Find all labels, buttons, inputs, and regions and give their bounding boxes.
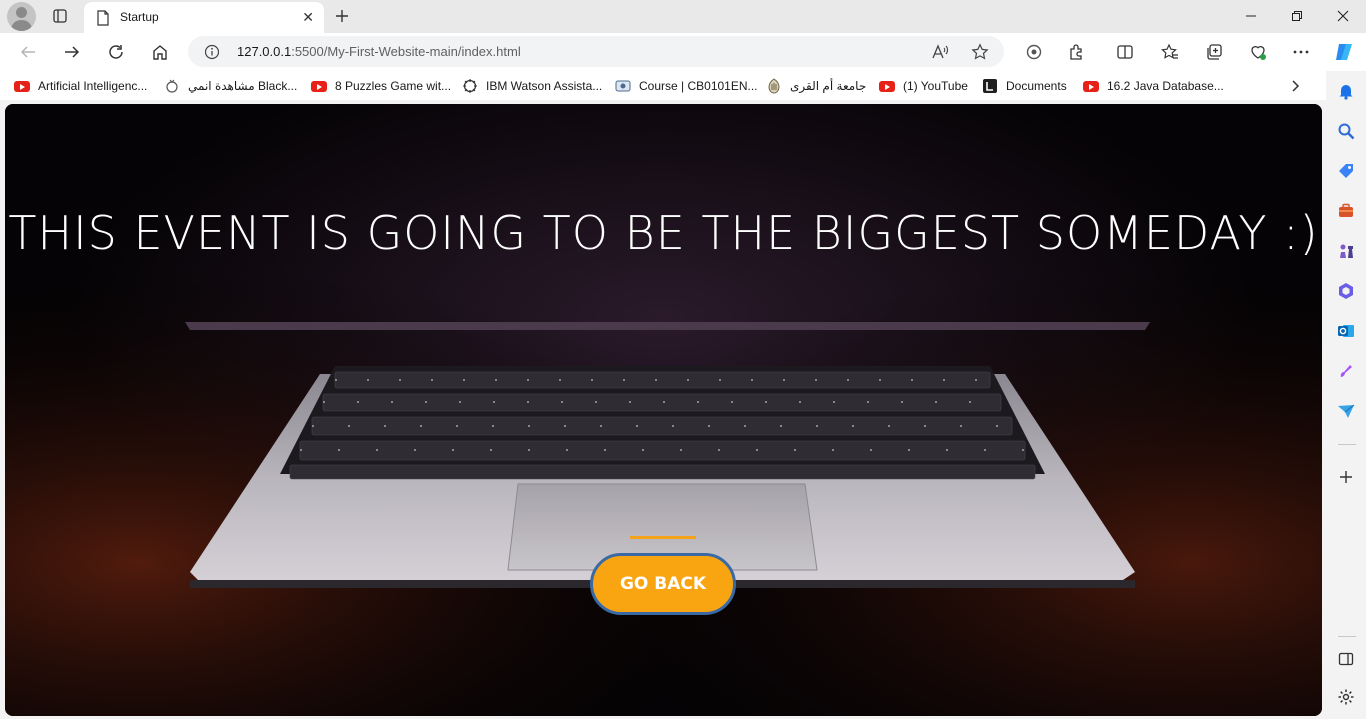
accent-divider xyxy=(630,536,696,539)
tab-title: Startup xyxy=(120,10,159,24)
site-info-icon[interactable] xyxy=(204,44,220,65)
tab-startup[interactable]: Startup ✕ xyxy=(84,2,324,33)
page-icon xyxy=(96,10,110,31)
url-host: 127.0.0.1 xyxy=(237,44,292,59)
youtube-icon xyxy=(14,78,30,94)
bookmarks-bar: Artificial Intelligenc... مشاهدة انمي Bl… xyxy=(0,71,1366,100)
more-options-icon[interactable] xyxy=(1290,41,1312,63)
close-window-icon[interactable] xyxy=(1320,4,1366,28)
shopping-tag-icon[interactable] xyxy=(1334,159,1358,183)
sidebar-divider xyxy=(1338,444,1356,445)
hide-sidebar-icon[interactable] xyxy=(1334,647,1358,671)
bookmark-label: Artificial Intelligenc... xyxy=(38,79,148,93)
outlook-icon[interactable] xyxy=(1334,319,1358,343)
close-tab-icon[interactable]: ✕ xyxy=(302,10,314,24)
edge-sidebar xyxy=(1326,71,1366,719)
tools-briefcase-icon[interactable] xyxy=(1334,199,1358,223)
bookmark-item[interactable]: جامعة أم القرى xyxy=(766,77,866,95)
read-aloud-icon[interactable] xyxy=(930,42,950,62)
back-icon[interactable] xyxy=(14,38,42,66)
notifications-bell-icon[interactable] xyxy=(1334,79,1358,103)
microsoft-365-icon[interactable] xyxy=(1334,279,1358,303)
favorites-icon[interactable] xyxy=(1159,41,1181,63)
home-icon[interactable] xyxy=(146,38,174,66)
documents-icon xyxy=(982,78,998,94)
hero-headline: THIS EVENT IS GOING TO BE THE BIGGEST SO… xyxy=(8,206,1319,260)
search-icon[interactable] xyxy=(1334,119,1358,143)
send-icon[interactable] xyxy=(1334,399,1358,423)
bookmark-label: 8 Puzzles Game wit... xyxy=(335,79,452,93)
bookmark-label: (1) YouTube xyxy=(903,79,968,93)
profile-avatar[interactable] xyxy=(7,2,36,31)
bookmark-label: IBM Watson Assista... xyxy=(486,79,603,93)
tab-strip: Startup ✕ xyxy=(0,0,1366,33)
tab-actions-icon[interactable] xyxy=(46,6,74,26)
web-page: THIS EVENT IS GOING TO BE THE BIGGEST SO… xyxy=(5,104,1322,716)
university-icon xyxy=(766,78,782,94)
add-sidebar-app-icon[interactable] xyxy=(1334,465,1358,489)
bookmark-item[interactable]: 16.2 Java Database... xyxy=(1083,77,1224,95)
bookmark-item[interactable]: IBM Watson Assista... xyxy=(462,77,602,95)
split-screen-icon[interactable] xyxy=(1114,41,1136,63)
performance-icon[interactable] xyxy=(1247,41,1269,63)
url-text[interactable]: 127.0.0.1:5500/My-First-Website-main/ind… xyxy=(237,44,521,59)
minimize-icon[interactable] xyxy=(1228,4,1274,28)
bookmark-item[interactable]: (1) YouTube xyxy=(879,77,968,95)
bookmark-label: جامعة أم القرى xyxy=(790,79,867,93)
bookmark-item[interactable]: 8 Puzzles Game wit... xyxy=(311,77,451,95)
laptop-hero-image xyxy=(5,104,1322,716)
address-bar[interactable]: 127.0.0.1:5500/My-First-Website-main/ind… xyxy=(188,36,1004,67)
youtube-icon xyxy=(311,78,327,94)
course-icon xyxy=(615,78,631,94)
restore-icon[interactable] xyxy=(1274,4,1320,28)
designer-icon[interactable] xyxy=(1334,359,1358,383)
bookmark-item[interactable]: Artificial Intelligenc... xyxy=(14,77,147,95)
bookmark-label: Documents xyxy=(1006,79,1067,93)
bookmark-item[interactable]: Documents xyxy=(982,77,1067,95)
favorite-star-icon[interactable] xyxy=(970,42,990,62)
forward-icon[interactable] xyxy=(58,38,86,66)
sidebar-divider xyxy=(1338,636,1356,637)
bookmark-item[interactable]: Course | CB0101EN... xyxy=(615,77,758,95)
go-back-button[interactable]: GO BACK xyxy=(590,553,736,615)
collections-icon[interactable] xyxy=(1203,41,1225,63)
copilot-icon[interactable] xyxy=(1333,41,1355,63)
browser-essentials-icon[interactable] xyxy=(1023,41,1045,63)
tv-icon xyxy=(164,78,180,94)
bookmark-item[interactable]: مشاهدة انمي Black... xyxy=(164,77,297,95)
youtube-icon xyxy=(879,78,895,94)
extensions-icon[interactable] xyxy=(1066,41,1088,63)
bookmark-label: Course | CB0101EN... xyxy=(639,79,758,93)
bookmarks-overflow-icon[interactable] xyxy=(1290,77,1302,95)
youtube-icon xyxy=(1083,78,1099,94)
bookmark-label: مشاهدة انمي Black... xyxy=(188,79,298,93)
refresh-icon[interactable] xyxy=(102,38,130,66)
bookmark-label: 16.2 Java Database... xyxy=(1107,79,1224,93)
new-tab-icon[interactable] xyxy=(331,5,353,27)
settings-gear-icon[interactable] xyxy=(1334,685,1358,709)
games-chess-icon[interactable] xyxy=(1334,239,1358,263)
ibm-icon xyxy=(462,78,478,94)
url-path: :5500/My-First-Website-main/index.html xyxy=(291,44,521,59)
browser-toolbar: 127.0.0.1:5500/My-First-Website-main/ind… xyxy=(0,33,1366,71)
